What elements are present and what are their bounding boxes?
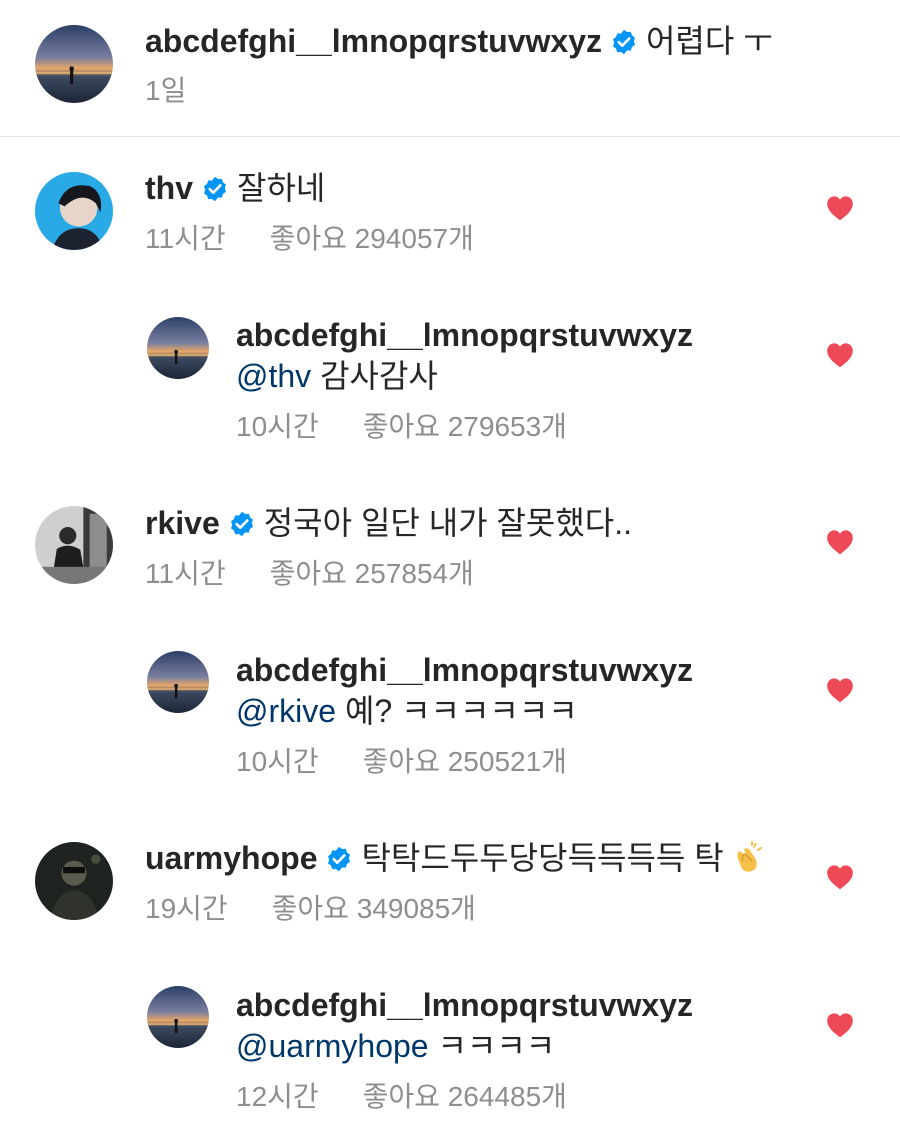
comment-timestamp[interactable]: 19시간	[145, 893, 228, 924]
reply-like-count[interactable]: 좋아요 279653개	[363, 411, 567, 442]
heart-icon[interactable]	[826, 195, 854, 221]
reply-username[interactable]: abcdefghi__lmnopqrstuvwxyz	[236, 317, 693, 353]
reply-line: @uarmyhope ㅋㅋㅋㅋ	[236, 1026, 555, 1066]
reply-mention[interactable]: @rkive	[236, 693, 336, 729]
reply-username-line: abcdefghi__lmnopqrstuvwxyz	[236, 315, 693, 355]
caption-meta: 1일	[145, 74, 186, 108]
reply-like-count[interactable]: 좋아요 264485개	[363, 1081, 567, 1112]
heart-icon[interactable]	[826, 864, 854, 890]
verified-badge-icon	[201, 175, 229, 203]
reply-username[interactable]: abcdefghi__lmnopqrstuvwxyz	[236, 652, 693, 688]
reply-mention[interactable]: @uarmyhope	[236, 1028, 429, 1064]
comment-username[interactable]: uarmyhope	[145, 840, 317, 876]
heart-icon[interactable]	[826, 529, 854, 555]
reply-meta: 10시간 좋아요 279653개	[236, 410, 567, 444]
reply-timestamp[interactable]: 10시간	[236, 746, 319, 777]
verified-badge-icon	[325, 845, 353, 873]
comment-line: rkive 정국아 일단 내가 잘못했다..	[145, 503, 632, 543]
comment-username[interactable]: rkive	[145, 505, 220, 541]
comment-text: 정국아 일단 내가 잘못했다..	[263, 505, 633, 541]
reply-text: ㅋㅋㅋㅋ	[428, 1028, 556, 1064]
caption-username[interactable]: abcdefghi__lmnopqrstuvwxyz	[145, 23, 602, 59]
reply-meta: 10시간 좋아요 250521개	[236, 745, 567, 779]
comment-avatar[interactable]	[35, 172, 113, 250]
comment-meta: 19시간 좋아요 349085개	[145, 892, 476, 926]
comment-timestamp[interactable]: 11시간	[145, 558, 226, 589]
comment-text: 잘하네	[237, 170, 326, 206]
caption-author-avatar[interactable]	[35, 25, 113, 103]
reply-timestamp[interactable]: 12시간	[236, 1081, 319, 1112]
comment-like-count[interactable]: 좋아요 257854개	[270, 558, 474, 589]
reply-text: 예? ㅋㅋㅋㅋㅋㅋ	[336, 693, 578, 729]
clapping-hands-emoji	[730, 841, 764, 875]
reply-avatar[interactable]	[147, 317, 209, 379]
reply-line: @thv 감사감사	[236, 356, 438, 396]
reply-username[interactable]: abcdefghi__lmnopqrstuvwxyz	[236, 987, 693, 1023]
comment-line: uarmyhope 탁탁드두두당당득득득득 탁	[145, 838, 764, 878]
reply-username-line: abcdefghi__lmnopqrstuvwxyz	[236, 650, 693, 690]
heart-icon[interactable]	[826, 342, 854, 368]
comment-avatar[interactable]	[35, 842, 113, 920]
heart-icon[interactable]	[826, 1012, 854, 1038]
reply-text: 감사감사	[311, 358, 438, 394]
reply-mention[interactable]: @thv	[236, 358, 311, 394]
heart-icon[interactable]	[826, 677, 854, 703]
comment-like-count[interactable]: 좋아요 294057개	[270, 223, 474, 254]
comment-like-count[interactable]: 좋아요 349085개	[272, 893, 476, 924]
caption-text: 어렵다 ㅜ	[645, 23, 773, 59]
reply-meta: 12시간 좋아요 264485개	[236, 1080, 567, 1114]
comment-avatar[interactable]	[35, 506, 113, 584]
comment-timestamp[interactable]: 11시간	[145, 223, 226, 254]
caption-timestamp[interactable]: 1일	[145, 75, 186, 106]
caption-line: abcdefghi__lmnopqrstuvwxyz 어렵다 ㅜ	[145, 21, 773, 61]
comment-line: thv 잘하네	[145, 168, 325, 208]
verified-badge-icon	[228, 510, 256, 538]
comment-text: 탁탁드두두당당득득득득 탁	[361, 840, 724, 876]
reply-like-count[interactable]: 좋아요 250521개	[363, 746, 567, 777]
verified-badge-icon	[610, 28, 638, 56]
comment-meta: 11시간 좋아요 294057개	[145, 222, 474, 256]
reply-avatar[interactable]	[147, 986, 209, 1048]
comment-meta: 11시간 좋아요 257854개	[145, 557, 474, 591]
reply-line: @rkive 예? ㅋㅋㅋㅋㅋㅋ	[236, 691, 578, 731]
reply-timestamp[interactable]: 10시간	[236, 411, 319, 442]
post-caption: abcdefghi__lmnopqrstuvwxyz 어렵다 ㅜ 1일	[0, 0, 900, 136]
reply-username-line: abcdefghi__lmnopqrstuvwxyz	[236, 985, 693, 1025]
divider	[0, 136, 900, 137]
reply-avatar[interactable]	[147, 651, 209, 713]
comment-username[interactable]: thv	[145, 170, 193, 206]
